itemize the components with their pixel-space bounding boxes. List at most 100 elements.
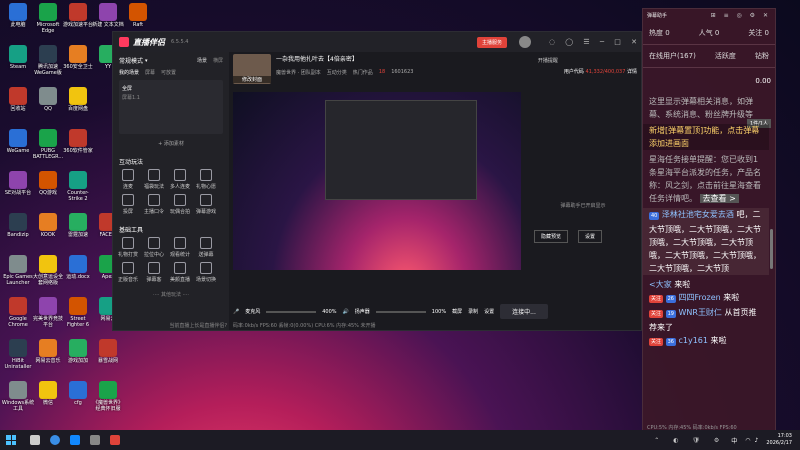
window-controls[interactable]: ◌ ◯ ☰ ─ □ ✕ (549, 38, 641, 46)
add-material-button[interactable]: + 添加素材 (113, 140, 229, 147)
desktop-icon[interactable]: QQ游戏 (31, 171, 65, 196)
danmu-message[interactable]: 关注 26 四四Frozen 来啦 (643, 291, 769, 306)
stream-reminder-button[interactable]: 开播提醒 (538, 57, 558, 90)
tab-scene[interactable]: 场景 (197, 57, 207, 64)
tray-icons[interactable]: ⌃ ◐ 🛡 ⚙ (654, 437, 725, 444)
danmu-message[interactable]: 关注 19 WNR王财仁 从首页推荐来了 (643, 306, 769, 334)
tool-item[interactable]: 礼物心愿 (193, 169, 219, 190)
desktop-icon[interactable]: Counter-Strike 2 (61, 171, 95, 202)
desktop-icon[interactable]: Windows系统工具 (1, 381, 35, 412)
edge-icon[interactable] (50, 435, 60, 445)
tool-item[interactable]: 礼物打赏 (115, 237, 141, 258)
desktop-icon[interactable]: 暴雪战网 (91, 339, 125, 364)
desktop-icon[interactable]: 完美世界竞技平台 (31, 297, 65, 328)
tool-item[interactable]: 观看统计 (167, 237, 193, 258)
danmu-message[interactable]: 40 泽林社池宅女爱去酒 吧，二大节顶哦，二大节顶哦，二大节顶哦，二大节顶哦，二… (643, 208, 769, 275)
wifi-icon[interactable]: ◠ (745, 437, 750, 444)
desktop-icon[interactable]: 雷霆加速 (61, 213, 95, 238)
scene-tab-screen[interactable]: 屏幕 (145, 69, 155, 76)
mode-select[interactable]: 常规模式 (119, 56, 143, 65)
danmu-user[interactable]: WNR王财仁 (678, 308, 721, 317)
danmu-user[interactable]: c1y161 (678, 336, 708, 345)
screenshot-button[interactable]: 截屏 (452, 308, 462, 315)
steam-icon[interactable] (70, 435, 80, 445)
desktop-icon[interactable]: PUBG BATTLEGR... (31, 129, 65, 160)
ime-indicator[interactable]: 中 (731, 436, 737, 445)
desktop-icon[interactable]: Microsoft Edge (31, 3, 65, 34)
danmu-message[interactable]: 星海任务接单提醒：您已收到1条星海平台派发的任务，产品名称：风之剑，点击前往星海… (643, 153, 769, 205)
tab-landscape[interactable]: 横屏 (213, 57, 223, 64)
tool-item[interactable]: 投屏 (115, 194, 141, 215)
danmu-controls[interactable]: ⊞ ≡ ◎ ⚙ ✕ (711, 12, 771, 19)
volume-icon[interactable]: ♪ (755, 437, 759, 444)
mic-slider[interactable] (266, 310, 317, 313)
tab-online-users[interactable]: 在线用户(167) (649, 51, 696, 61)
desktop-icon[interactable]: Bandizip (1, 213, 35, 238)
speaker-icon[interactable]: 🔊 (343, 309, 349, 315)
start-stream-button[interactable]: 连接中... (500, 304, 548, 319)
desktop-icon[interactable]: 游戏加加 (61, 339, 95, 364)
avatar[interactable] (518, 36, 531, 48)
tag[interactable]: 热门作品 (353, 69, 373, 76)
desktop-icon[interactable]: 《魔兽世界》经典怀旧服 (91, 381, 125, 412)
scene-tab-placeable[interactable]: 可放置 (161, 69, 176, 76)
scrollbar[interactable] (770, 229, 773, 269)
desktop-icon[interactable]: KOOK (31, 213, 65, 238)
tool-item[interactable]: 连麦 (115, 169, 141, 190)
record-button[interactable]: 录制 (468, 308, 478, 315)
hide-preview-button[interactable]: 隐藏预览 (534, 230, 569, 243)
tool-item[interactable]: 福袋玩法 (141, 169, 167, 190)
tip[interactable]: 当前直播上长是直播伴侣? (117, 322, 227, 329)
tool-item[interactable]: 弹幕客 (141, 262, 167, 283)
cover-image[interactable]: 修改封面 (233, 54, 271, 84)
tool-item[interactable]: 弹幕游戏 (193, 194, 219, 215)
side-link[interactable]: 详情 (627, 69, 637, 75)
desktop-icon[interactable]: SE对战平台 (1, 171, 35, 196)
desktop-icon[interactable]: 腾讯加速 WeGame版 (31, 45, 65, 76)
tool-item[interactable]: 正版音乐 (115, 262, 141, 283)
desktop-icon[interactable]: WeGame (1, 129, 35, 154)
tool-item[interactable]: 美颜直播 (167, 262, 193, 283)
desktop-icon[interactable]: 微信 (31, 381, 65, 406)
tool-item[interactable]: 送弹幕 (193, 237, 219, 258)
tool-item[interactable]: 拉位中心 (141, 237, 167, 258)
live-companion-icon[interactable] (110, 435, 120, 445)
danmu-user[interactable]: <大家 (649, 280, 672, 289)
scene-item[interactable]: 屏幕1.1 (122, 94, 220, 101)
desktop-icon[interactable]: HiBit Uninstaller (1, 339, 35, 370)
file-explorer-icon[interactable] (30, 435, 40, 445)
tab-activity[interactable]: 活跃度 (715, 51, 736, 61)
desktop-icon[interactable]: Street Fighter 6 (61, 297, 95, 328)
app-icon[interactable] (90, 435, 100, 445)
scene-tab-mine[interactable]: 我的场景 (119, 69, 139, 76)
settings-button[interactable]: 设置 (484, 308, 494, 315)
danmu-user[interactable]: 四四Frozen (678, 293, 720, 302)
desktop-icon[interactable]: 新建 文本文档 (91, 3, 125, 28)
danmu-user[interactable]: 泽林社池宅女爱去酒 (662, 210, 734, 219)
desktop-icon[interactable]: 游戏加速平台 (61, 3, 95, 28)
danmu-message[interactable]: 关注 36 c1y161 来啦 (643, 334, 769, 349)
speaker-slider[interactable] (375, 310, 426, 313)
preview-settings-button[interactable]: 设置 (578, 230, 603, 243)
mic-icon[interactable]: 🎤 (233, 309, 239, 315)
tool-item[interactable]: 多人连麦 (167, 169, 193, 190)
desktop-icon[interactable]: Epic Games Launcher (1, 255, 35, 286)
desktop-icon[interactable]: 大创意运设全套网络版 (31, 255, 65, 286)
tool-item[interactable]: 场景切换 (193, 262, 219, 283)
tab-diamond-fans[interactable]: 钻粉 (755, 51, 769, 61)
desktop-icon[interactable]: 百度网盘 (61, 87, 95, 112)
more-features[interactable]: ···· 其他玩法 ···· (113, 291, 229, 298)
tool-item[interactable]: 主播口令 (141, 194, 167, 215)
host-service-button[interactable]: 主播服务 (476, 36, 507, 48)
preview-canvas[interactable] (233, 92, 521, 270)
danmu-message[interactable]: 这里显示弹幕相关消息，如弹幕、系统消息、粉丝牌升级等 (643, 95, 769, 121)
stream-title[interactable]: 一杂我用他扎叶去【4倍亲密】 (276, 54, 538, 63)
danmu-message[interactable]: 新增[弹幕置顶]功能，点击弹幕添加进画面 (643, 124, 769, 150)
tag[interactable]: 互动分类 (327, 69, 347, 76)
desktop-icon[interactable]: 网易云音乐 (31, 339, 65, 364)
desktop-icon[interactable]: cfg (61, 381, 95, 406)
category-label[interactable]: 魔兽世界 · 团队副本 (276, 69, 321, 76)
danmu-message[interactable]: <大家 来啦 (643, 278, 769, 291)
clock[interactable]: 17:03 2026/2/17 (766, 433, 792, 447)
go-view-link[interactable]: 去查看 > (699, 194, 739, 203)
